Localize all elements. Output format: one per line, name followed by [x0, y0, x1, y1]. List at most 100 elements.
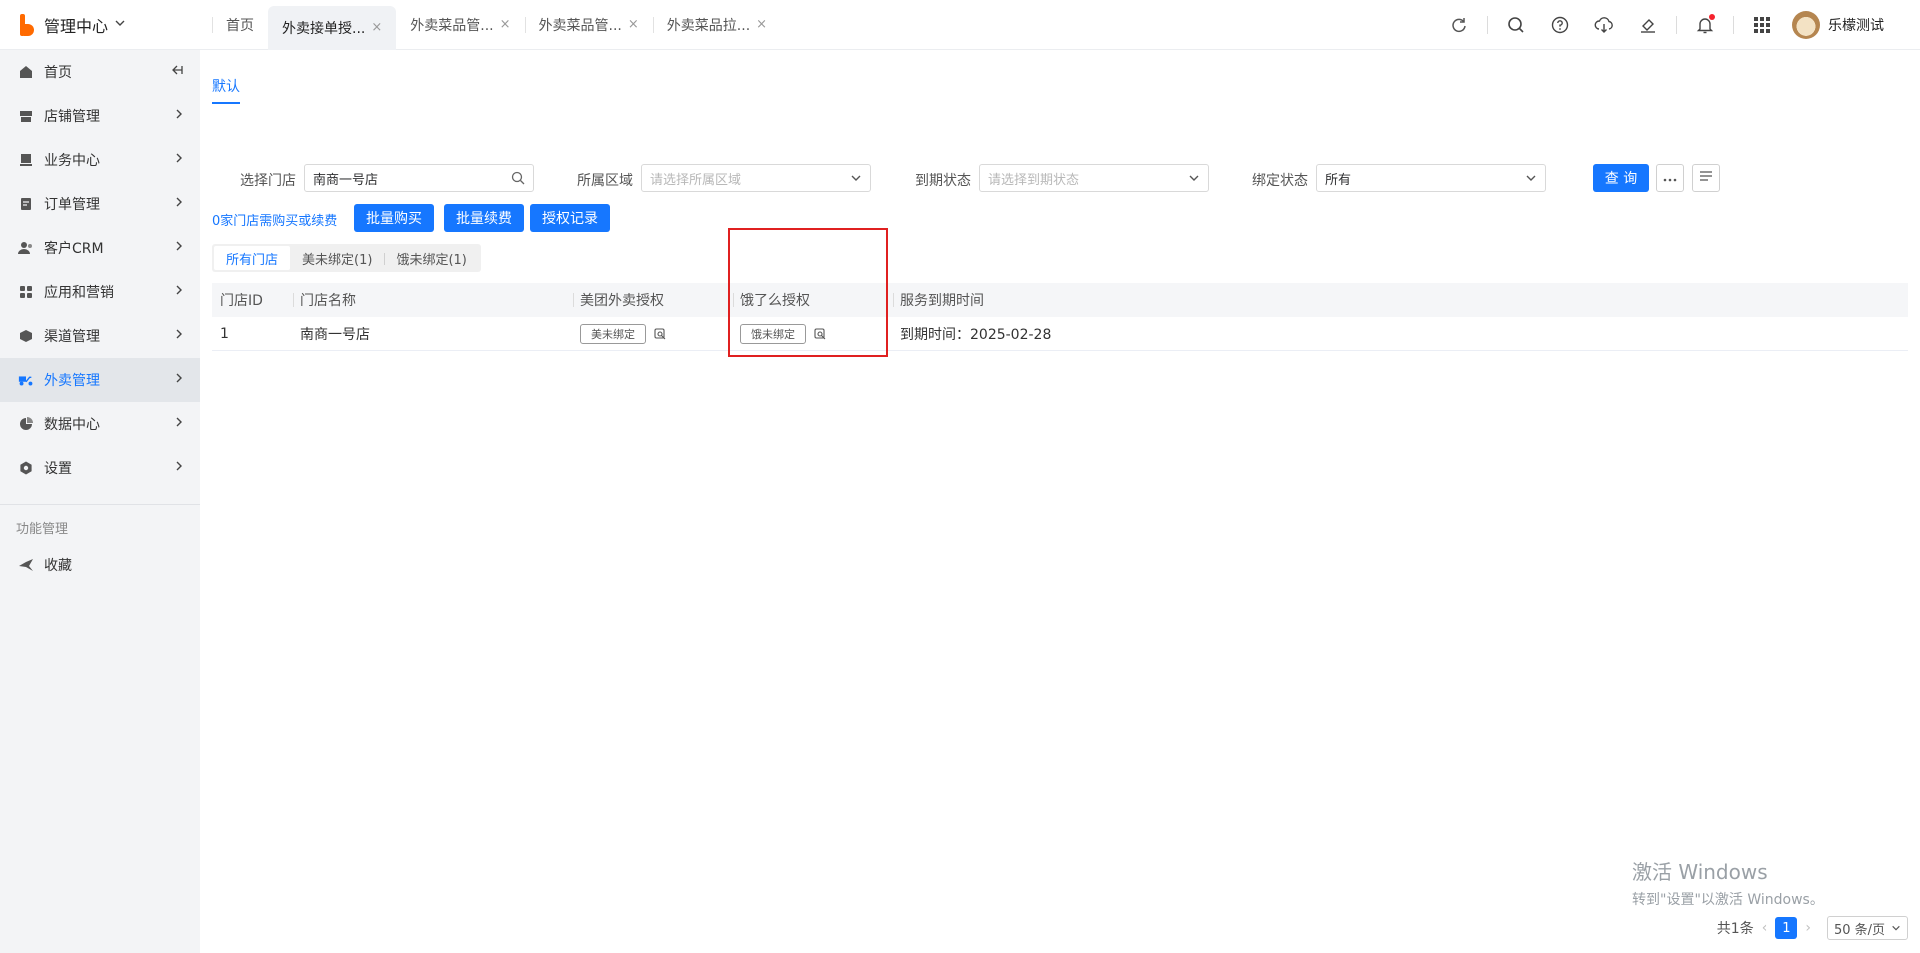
- search-icon[interactable]: [1494, 0, 1538, 50]
- sidebar-item-crm[interactable]: 客户CRM: [0, 226, 200, 270]
- chevron-right-icon: [174, 240, 184, 256]
- apps-grid-icon[interactable]: [1740, 0, 1784, 50]
- tab-takeout-auth[interactable]: 外卖接单授... ×: [268, 5, 397, 50]
- close-icon[interactable]: ×: [371, 20, 382, 35]
- order-icon: [18, 196, 34, 212]
- divider: [1733, 15, 1734, 34]
- chevron-down-icon: [1188, 172, 1200, 184]
- sidebar-item-order[interactable]: 订单管理: [0, 182, 200, 226]
- sidebar-item-settings[interactable]: 设置: [0, 446, 200, 490]
- collapse-sidebar-icon[interactable]: [170, 63, 184, 81]
- page-number[interactable]: 1: [1775, 917, 1798, 939]
- tab-dish-pull[interactable]: 外卖菜品拉... ×: [652, 0, 781, 50]
- store-input-value: 南商一号店: [313, 172, 379, 188]
- column-header[interactable]: 门店ID: [220, 283, 263, 317]
- sidebar-item-channel[interactable]: 渠道管理: [0, 314, 200, 358]
- chevron-right-icon: [174, 152, 184, 168]
- renew-notice-link[interactable]: 0家门店需购买或续费: [212, 210, 337, 229]
- tab-label: 首页: [226, 17, 254, 34]
- sidebar-item-data[interactable]: 数据中心: [0, 402, 200, 446]
- sidebar-item-delivery[interactable]: 外卖管理: [0, 358, 200, 402]
- store-name-cell: 南商一号店: [300, 327, 370, 343]
- help-icon[interactable]: [1538, 0, 1582, 50]
- divider: [1487, 15, 1488, 34]
- chevron-right-icon: [174, 460, 184, 476]
- brand-logo: [20, 13, 34, 36]
- close-icon[interactable]: ×: [500, 17, 511, 32]
- sidebar-item-label: 客户CRM: [44, 241, 104, 257]
- store-filter-label: 选择门店: [240, 173, 296, 189]
- pagination: 共1条 ‹ 1 › 50 条/页: [1717, 916, 1908, 940]
- search-icon[interactable]: [511, 171, 525, 185]
- column-header[interactable]: 美团外卖授权: [573, 283, 664, 317]
- segment-eleme-unbound[interactable]: 饿未绑定(1): [384, 246, 478, 270]
- channel-icon: [18, 328, 34, 344]
- column-header[interactable]: 服务到期时间: [893, 283, 984, 317]
- query-button[interactable]: 查 询: [1593, 164, 1649, 192]
- tab-label: 外卖菜品管...: [538, 17, 622, 34]
- more-icon: [1663, 170, 1677, 186]
- sidebar-item-label: 应用和营销: [44, 285, 114, 301]
- bell-icon[interactable]: [1683, 0, 1727, 50]
- region-select-placeholder: 请选择所属区域: [650, 172, 742, 188]
- refresh-icon[interactable]: [1437, 0, 1481, 50]
- tab-dish-manage-1[interactable]: 外卖菜品管... ×: [396, 0, 524, 50]
- list-settings-icon: [1699, 170, 1713, 186]
- expire-time-cell: 到期时间：2025-02-28: [900, 327, 1052, 343]
- batch-renew-button[interactable]: 批量续费: [444, 204, 524, 232]
- column-settings-button[interactable]: [1692, 164, 1720, 192]
- sidebar: 首页 店铺管理 业务中心 订单管理 客户CRM 应用和营销 渠道管理 外卖管理: [0, 50, 200, 953]
- meituan-auth-cell: 美未绑定: [580, 317, 666, 351]
- page-size-select[interactable]: 50 条/页: [1826, 916, 1908, 940]
- user-name[interactable]: 乐檬测试: [1828, 15, 1884, 35]
- sidebar-item-label: 首页: [44, 65, 72, 81]
- tab-label: 外卖接单授...: [282, 20, 366, 37]
- apps-icon: [18, 284, 34, 300]
- meituan-bind-button[interactable]: 美未绑定: [580, 324, 646, 344]
- tab-home[interactable]: 首页: [212, 0, 268, 50]
- sidebar-item-label: 数据中心: [44, 417, 100, 433]
- batch-buy-button[interactable]: 批量购买: [354, 204, 434, 232]
- segment-all-stores[interactable]: 所有门店: [214, 246, 291, 270]
- bind-select[interactable]: 所有: [1316, 164, 1546, 192]
- tab-label: 外卖菜品管...: [410, 17, 494, 34]
- store-id-cell: 1: [220, 326, 229, 342]
- tab-default[interactable]: 默认: [212, 76, 240, 104]
- segment-meituan-unbound[interactable]: 美未绑定(1): [290, 246, 384, 270]
- sidebar-divider: [0, 504, 200, 505]
- clear-icon[interactable]: [1626, 0, 1670, 50]
- expire-select[interactable]: 请选择到期状态: [979, 164, 1209, 192]
- sidebar-item-business[interactable]: 业务中心: [0, 138, 200, 182]
- prev-page-icon[interactable]: ‹: [1762, 920, 1768, 936]
- sidebar-item-store[interactable]: 店铺管理: [0, 94, 200, 138]
- brand-switcher[interactable]: 管理中心: [0, 0, 200, 50]
- avatar[interactable]: [1792, 10, 1820, 39]
- activation-subtitle: 转到"设置"以激活 Windows。: [1632, 892, 1824, 908]
- chevron-right-icon: [174, 372, 184, 388]
- region-select[interactable]: 请选择所属区域: [641, 164, 871, 192]
- auth-record-button[interactable]: 授权记录: [530, 204, 610, 232]
- column-header[interactable]: 门店名称: [293, 283, 356, 317]
- more-options-button[interactable]: [1656, 164, 1684, 192]
- chevron-down-icon: [850, 172, 862, 184]
- chevron-right-icon: [174, 328, 184, 344]
- chevron-right-icon: [174, 108, 184, 124]
- sidebar-item-label: 店铺管理: [44, 109, 100, 125]
- table-row: 1 南商一号店 美未绑定 饿未绑定 到期时间：2025-02-28: [212, 317, 1908, 351]
- sidebar-item-label: 订单管理: [44, 197, 100, 213]
- expire-select-placeholder: 请选择到期状态: [988, 172, 1080, 188]
- close-icon[interactable]: ×: [756, 17, 767, 32]
- sidebar-item-home[interactable]: 首页: [0, 50, 200, 94]
- data-icon: [18, 416, 34, 432]
- view-detail-icon[interactable]: [654, 328, 666, 340]
- cloud-download-icon[interactable]: [1582, 0, 1626, 50]
- store-input[interactable]: 南商一号店: [304, 164, 534, 192]
- total-count: 共1条: [1716, 921, 1754, 937]
- next-page-icon[interactable]: ›: [1805, 920, 1811, 936]
- sidebar-item-favorites[interactable]: 收藏: [0, 543, 200, 587]
- close-icon[interactable]: ×: [628, 17, 639, 32]
- customer-icon: [18, 240, 34, 256]
- sidebar-group-label: 功能管理: [16, 521, 69, 537]
- sidebar-item-apps[interactable]: 应用和营销: [0, 270, 200, 314]
- tab-dish-manage-2[interactable]: 外卖菜品管... ×: [524, 0, 653, 50]
